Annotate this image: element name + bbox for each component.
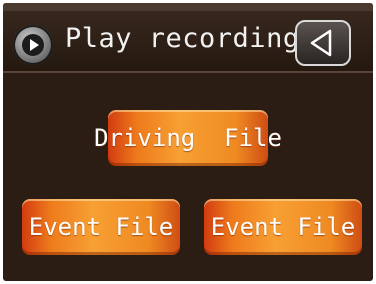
back-button[interactable] — [295, 20, 351, 66]
event-file-button-1[interactable]: Event File — [22, 199, 180, 255]
driving-file-button[interactable]: Driving File — [94, 110, 282, 166]
play-recording-screen: Play recording Driving File Event File E… — [3, 3, 373, 281]
play-circle-icon — [13, 25, 53, 65]
page-title: Play recording — [65, 23, 300, 54]
top-strip — [3, 3, 373, 11]
back-triangle-icon — [310, 29, 332, 57]
header-divider — [3, 71, 373, 73]
event-file-button-2[interactable]: Event File — [204, 199, 362, 255]
